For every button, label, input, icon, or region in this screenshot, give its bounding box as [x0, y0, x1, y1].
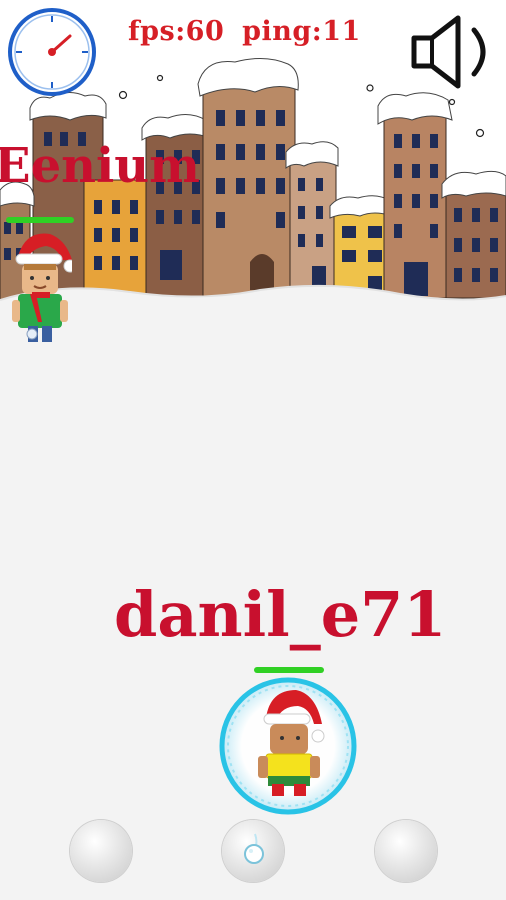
- ping-readout: ping:11: [242, 16, 361, 47]
- opponent-name: Eenium: [0, 138, 200, 194]
- player-health-bar: [254, 667, 324, 673]
- snowball-button-right-icon[interactable]: [375, 820, 437, 882]
- opponent-player[interactable]: [8, 226, 72, 350]
- my-player[interactable]: [256, 684, 326, 800]
- fps-readout: fps:60: [128, 16, 225, 47]
- snowball-button-left-icon[interactable]: [70, 820, 132, 882]
- player-name: danil_e71: [114, 578, 447, 651]
- snowball-icon: [244, 833, 264, 864]
- network-stats: fps:60 ping:11: [128, 16, 369, 47]
- stopwatch-icon: [8, 8, 96, 96]
- throw-snowball-icon[interactable]: [222, 820, 284, 882]
- speaker-icon[interactable]: [408, 12, 502, 92]
- opponent-health-bar: [6, 217, 74, 223]
